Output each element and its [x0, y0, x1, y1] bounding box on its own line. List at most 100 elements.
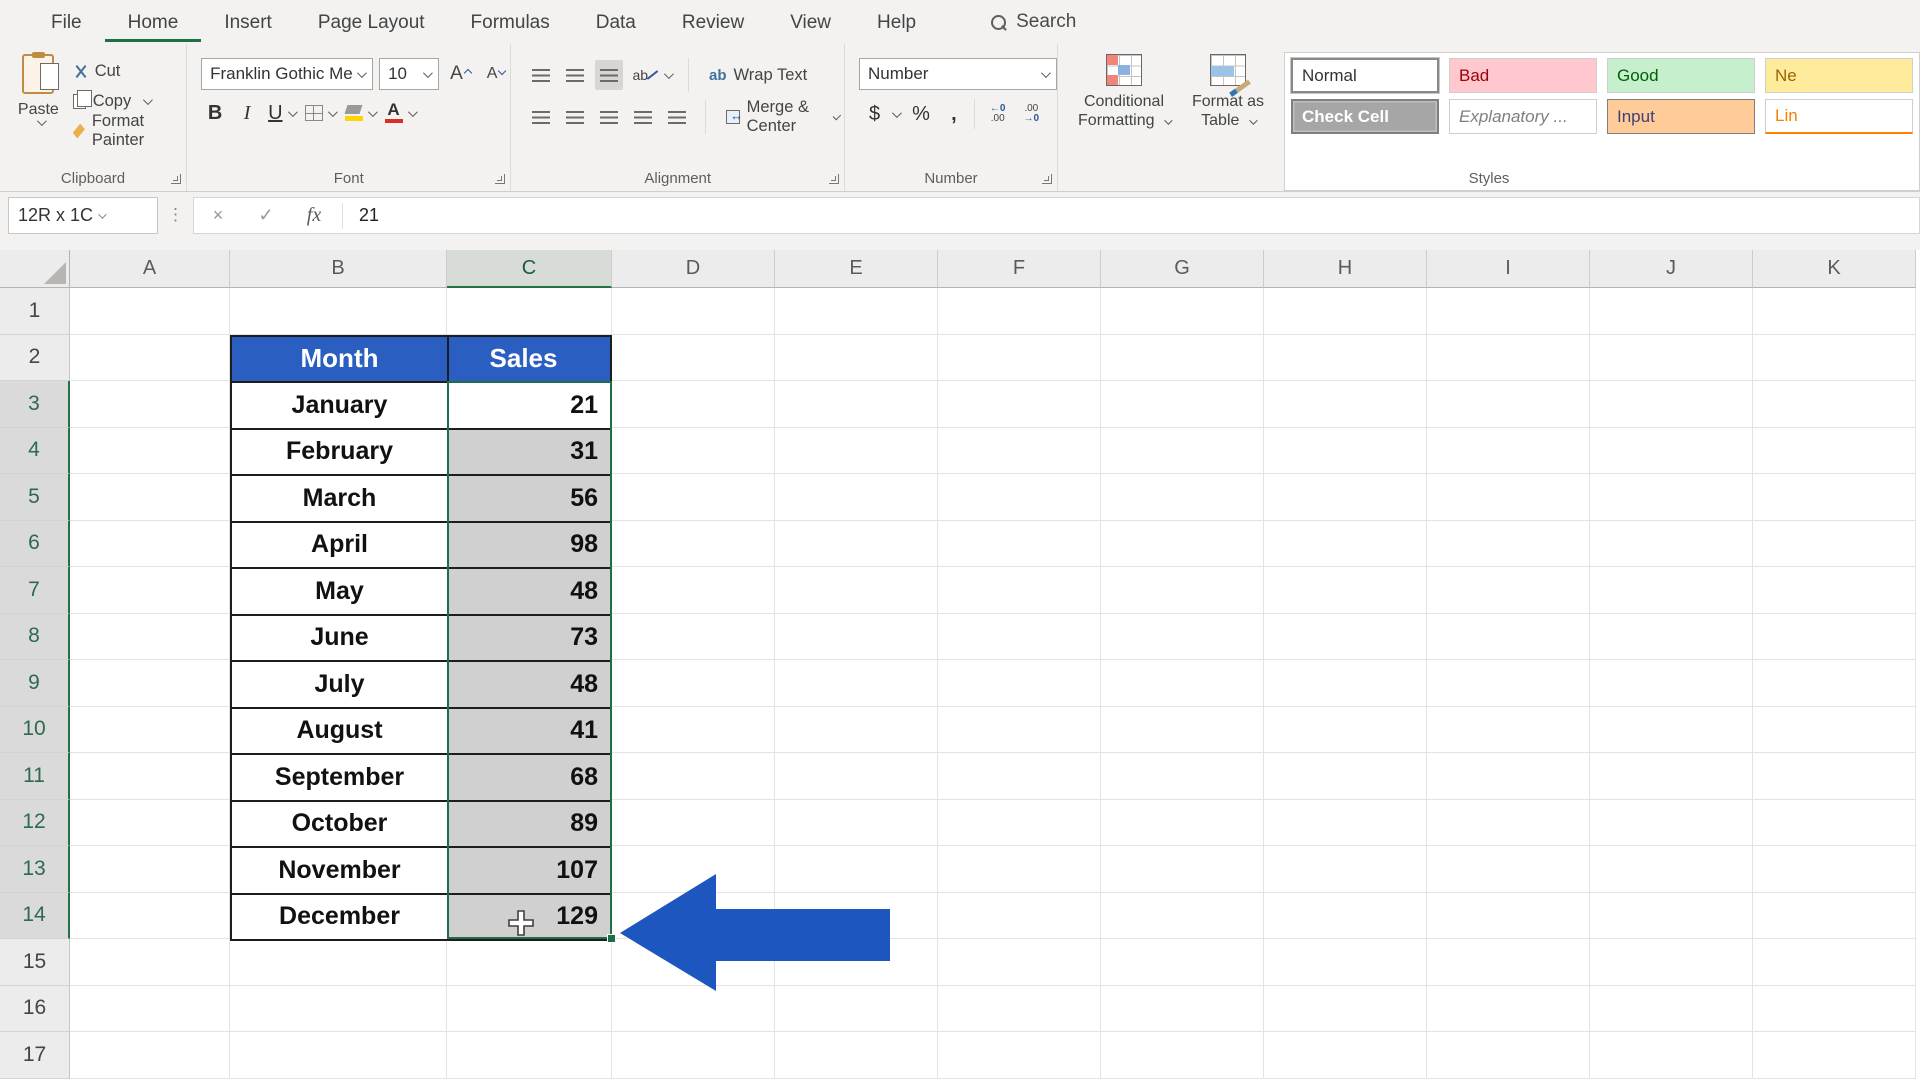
cell-K11[interactable] [1753, 753, 1916, 800]
cell-A12[interactable] [70, 799, 230, 846]
cell-J3[interactable] [1590, 381, 1753, 428]
cell-D5[interactable] [612, 474, 775, 521]
style-check-cell[interactable]: Check Cell [1291, 99, 1439, 134]
cell-H5[interactable] [1264, 474, 1427, 521]
row-header-1[interactable]: 1 [0, 288, 70, 335]
cell-F8[interactable] [938, 613, 1101, 660]
cell-F13[interactable] [938, 846, 1101, 893]
cell-H4[interactable] [1264, 427, 1427, 474]
cell-H3[interactable] [1264, 381, 1427, 428]
cell-K7[interactable] [1753, 567, 1916, 614]
cell-E12[interactable] [775, 799, 938, 846]
column-header-I[interactable]: I [1427, 250, 1590, 288]
cell-D10[interactable] [612, 706, 775, 753]
cell-A4[interactable] [70, 427, 230, 474]
column-header-E[interactable]: E [775, 250, 938, 288]
cell-J4[interactable] [1590, 427, 1753, 474]
cell-K1[interactable] [1753, 288, 1916, 335]
increase-font-button[interactable]: A [445, 61, 476, 87]
row-header-16[interactable]: 16 [0, 985, 70, 1032]
cell-I17[interactable] [1427, 1032, 1590, 1079]
cell-D2[interactable] [612, 334, 775, 381]
cell-H17[interactable] [1264, 1032, 1427, 1079]
cell-K12[interactable] [1753, 799, 1916, 846]
row-header-8[interactable]: 8 [0, 613, 70, 660]
column-header-C[interactable]: C [447, 250, 612, 288]
cell-month-august[interactable]: August [230, 708, 447, 755]
style-linked-cell[interactable]: Lin [1765, 99, 1913, 134]
table-header-sales[interactable]: Sales [447, 334, 612, 383]
tab-insert[interactable]: Insert [201, 2, 295, 42]
cell-G17[interactable] [1101, 1032, 1264, 1079]
font-name-select[interactable]: Franklin Gothic Me [201, 58, 374, 90]
align-left-button[interactable] [527, 102, 555, 132]
row-header-3[interactable]: 3 [0, 381, 70, 428]
tab-file[interactable]: File [28, 2, 105, 42]
cell-D11[interactable] [612, 753, 775, 800]
cell-F15[interactable] [938, 939, 1101, 986]
cell-I16[interactable] [1427, 985, 1590, 1032]
tab-formulas[interactable]: Formulas [448, 2, 573, 42]
cut-button[interactable]: Cut [67, 56, 186, 86]
cell-G7[interactable] [1101, 567, 1264, 614]
cell-E5[interactable] [775, 474, 938, 521]
cell-G9[interactable] [1101, 660, 1264, 707]
name-box[interactable]: 12R x 1C [8, 197, 158, 234]
font-size-select[interactable]: 10 [379, 58, 440, 90]
alignment-dialog-launcher-icon[interactable] [829, 174, 839, 184]
cell-F5[interactable] [938, 474, 1101, 521]
cell-K8[interactable] [1753, 613, 1916, 660]
cell-G11[interactable] [1101, 753, 1264, 800]
cell-H1[interactable] [1264, 288, 1427, 335]
decrease-font-button[interactable]: A [482, 63, 511, 85]
cell-B17[interactable] [230, 1032, 447, 1079]
cell-F14[interactable] [938, 892, 1101, 939]
column-header-D[interactable]: D [612, 250, 775, 288]
cell-K2[interactable] [1753, 334, 1916, 381]
cell-E4[interactable] [775, 427, 938, 474]
cell-D6[interactable] [612, 520, 775, 567]
cell-K4[interactable] [1753, 427, 1916, 474]
enter-icon[interactable]: ✓ [242, 205, 290, 226]
cell-D8[interactable] [612, 613, 775, 660]
cell-I2[interactable] [1427, 334, 1590, 381]
cell-month-september[interactable]: September [230, 755, 447, 802]
cell-G15[interactable] [1101, 939, 1264, 986]
search-box[interactable]: Search [991, 11, 1076, 33]
cell-J7[interactable] [1590, 567, 1753, 614]
increase-decimal-button[interactable]: ←0.00 [981, 99, 1015, 129]
row-header-10[interactable]: 10 [0, 706, 70, 753]
cell-F16[interactable] [938, 985, 1101, 1032]
cell-J17[interactable] [1590, 1032, 1753, 1079]
cell-E7[interactable] [775, 567, 938, 614]
column-header-K[interactable]: K [1753, 250, 1916, 288]
cell-month-may[interactable]: May [230, 569, 447, 616]
cell-C17[interactable] [447, 1032, 612, 1079]
cell-A13[interactable] [70, 846, 230, 893]
cell-H15[interactable] [1264, 939, 1427, 986]
tab-view[interactable]: View [767, 2, 854, 42]
row-header-6[interactable]: 6 [0, 520, 70, 567]
cell-sales-june[interactable]: 73 [447, 615, 612, 662]
paste-button[interactable]: Paste [10, 52, 67, 146]
row-header-15[interactable]: 15 [0, 939, 70, 986]
tab-review[interactable]: Review [659, 2, 767, 42]
cell-J2[interactable] [1590, 334, 1753, 381]
font-color-button[interactable]: A [382, 98, 418, 128]
cell-D17[interactable] [612, 1032, 775, 1079]
row-header-7[interactable]: 7 [0, 567, 70, 614]
cell-H9[interactable] [1264, 660, 1427, 707]
cell-sales-may[interactable]: 48 [447, 569, 612, 616]
cell-A9[interactable] [70, 660, 230, 707]
cell-I9[interactable] [1427, 660, 1590, 707]
cell-month-april[interactable]: April [230, 522, 447, 569]
cell-D7[interactable] [612, 567, 775, 614]
cell-A14[interactable] [70, 892, 230, 939]
cell-J6[interactable] [1590, 520, 1753, 567]
cell-G5[interactable] [1101, 474, 1264, 521]
cell-I14[interactable] [1427, 892, 1590, 939]
row-header-11[interactable]: 11 [0, 753, 70, 800]
cell-E9[interactable] [775, 660, 938, 707]
column-header-F[interactable]: F [938, 250, 1101, 288]
formula-value[interactable]: 21 [347, 205, 379, 226]
